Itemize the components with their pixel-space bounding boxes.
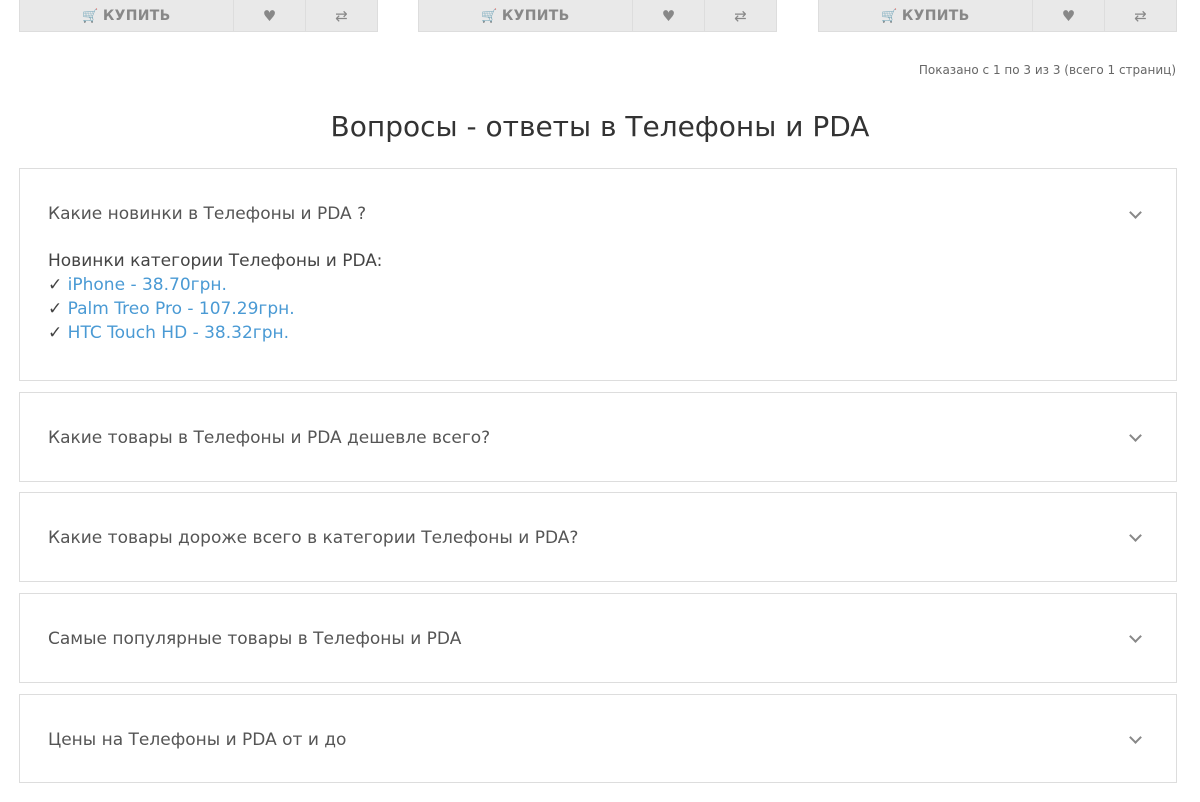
compare-button[interactable]: ⇄ bbox=[705, 0, 776, 31]
faq-answer-intro: Новинки категории Телефоны и PDA: bbox=[48, 251, 383, 271]
faq-item[interactable]: Цены на Телефоны и PDA от и до bbox=[19, 694, 1177, 783]
compare-icon: ⇄ bbox=[734, 7, 747, 25]
compare-icon: ⇄ bbox=[335, 7, 348, 25]
product-link[interactable]: iPhone - 38.70грн. bbox=[68, 275, 227, 295]
faq-item[interactable]: Какие товары в Телефоны и PDA дешевле вс… bbox=[19, 392, 1177, 482]
product-2-actions: 🛒 КУПИТЬ ♥ ⇄ bbox=[418, 0, 777, 32]
cart-icon: 🛒 bbox=[481, 8, 498, 24]
chevron-down-icon[interactable] bbox=[1129, 206, 1142, 219]
wishlist-button[interactable]: ♥ bbox=[1033, 0, 1105, 31]
buy-button-label: КУПИТЬ bbox=[102, 8, 171, 24]
wishlist-button[interactable]: ♥ bbox=[234, 0, 306, 31]
faq-question[interactable]: Цены на Телефоны и PDA от и до bbox=[48, 730, 346, 750]
product-3-actions: 🛒 КУПИТЬ ♥ ⇄ bbox=[818, 0, 1177, 32]
chevron-down-icon[interactable] bbox=[1129, 630, 1142, 643]
heart-icon: ♥ bbox=[1061, 7, 1076, 25]
answer-list-item: ✓ iPhone - 38.70грн. bbox=[48, 273, 382, 297]
faq-question[interactable]: Какие новинки в Телефоны и PDA ? bbox=[48, 204, 366, 224]
heart-icon: ♥ bbox=[661, 7, 676, 25]
product-link[interactable]: Palm Treo Pro - 107.29грн. bbox=[68, 299, 295, 319]
faq-title: Вопросы - ответы в Телефоны и PDA bbox=[330, 110, 870, 143]
faq-answer: Новинки категории Телефоны и PDA: ✓ iPho… bbox=[48, 249, 382, 345]
faq-item[interactable]: Самые популярные товары в Телефоны и PDA bbox=[19, 593, 1177, 683]
buy-button[interactable]: 🛒 КУПИТЬ bbox=[20, 0, 234, 31]
cart-icon: 🛒 bbox=[881, 8, 898, 24]
pagination-info: Показано с 1 по 3 из 3 (всего 1 страниц) bbox=[918, 63, 1176, 77]
heart-icon: ♥ bbox=[262, 7, 277, 25]
faq-question[interactable]: Какие товары дороже всего в категории Те… bbox=[48, 528, 578, 548]
faq-item[interactable]: Какие товары дороже всего в категории Те… bbox=[19, 492, 1177, 582]
compare-button[interactable]: ⇄ bbox=[1105, 0, 1176, 31]
chevron-down-icon[interactable] bbox=[1129, 429, 1142, 442]
answer-list-item: ✓ Palm Treo Pro - 107.29грн. bbox=[48, 297, 382, 321]
buy-button-label: КУПИТЬ bbox=[501, 8, 570, 24]
product-link[interactable]: HTC Touch HD - 38.32грн. bbox=[68, 323, 289, 343]
cart-icon: 🛒 bbox=[82, 8, 99, 24]
compare-button[interactable]: ⇄ bbox=[306, 0, 377, 31]
answer-list-item: ✓ HTC Touch HD - 38.32грн. bbox=[48, 321, 382, 345]
compare-icon: ⇄ bbox=[1134, 7, 1147, 25]
checkmark-icon: ✓ bbox=[48, 275, 63, 295]
faq-question[interactable]: Какие товары в Телефоны и PDA дешевле вс… bbox=[48, 428, 490, 448]
faq-item: Какие новинки в Телефоны и PDA ? Новинки… bbox=[19, 168, 1177, 381]
chevron-down-icon[interactable] bbox=[1129, 731, 1142, 744]
buy-button-label: КУПИТЬ bbox=[901, 8, 970, 24]
checkmark-icon: ✓ bbox=[48, 323, 63, 343]
buy-button[interactable]: 🛒 КУПИТЬ bbox=[819, 0, 1033, 31]
faq-question[interactable]: Самые популярные товары в Телефоны и PDA bbox=[48, 629, 461, 649]
product-1-actions: 🛒 КУПИТЬ ♥ ⇄ bbox=[19, 0, 378, 32]
wishlist-button[interactable]: ♥ bbox=[633, 0, 705, 31]
chevron-down-icon[interactable] bbox=[1129, 529, 1142, 542]
buy-button[interactable]: 🛒 КУПИТЬ bbox=[419, 0, 633, 31]
checkmark-icon: ✓ bbox=[48, 299, 63, 319]
